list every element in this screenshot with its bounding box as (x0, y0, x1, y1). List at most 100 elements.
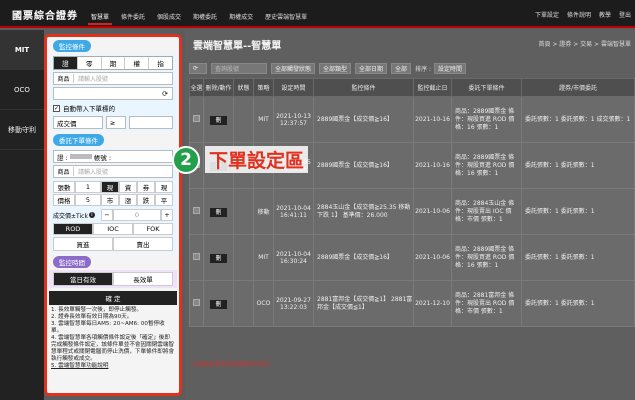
page-title: 雲端智慧單--智慧單 (193, 41, 282, 52)
tick-plus-button[interactable]: + (161, 209, 173, 221)
sidebar-item-mit[interactable]: MIT (0, 30, 44, 70)
tick-minus-button[interactable]: − (101, 209, 113, 221)
settings-link[interactable]: 下單設定 (535, 10, 559, 19)
filter-search-input[interactable]: 查詢股號 (211, 63, 267, 74)
note-item[interactable]: 5. 雲端智慧單功能說明 (51, 363, 175, 370)
footer-note: 此雲端智慧單僅供觸價條件設定 (193, 362, 271, 368)
delete-button[interactable]: 刪 (210, 208, 227, 217)
sidebar-item-trailing[interactable]: 移動守利 (0, 110, 44, 150)
row-checkbox[interactable] (193, 299, 200, 306)
lots-label: 張數 (53, 181, 75, 193)
row-order: 商品：2889國票金 條件：現股買進 ROD 價格：16 張數：1 (451, 142, 522, 189)
price-market[interactable]: 市 (101, 194, 119, 206)
valid-today-button[interactable]: 當日有效 (53, 272, 113, 286)
row-strategy: 移動 (253, 188, 274, 235)
price-limit-down[interactable]: 跌 (137, 194, 155, 206)
delete-button[interactable]: 刪 (210, 254, 227, 263)
refresh-icon[interactable]: ⟳ (158, 90, 172, 98)
delete-button[interactable]: 刪 (210, 300, 227, 309)
row-status (233, 234, 254, 281)
long-term-button[interactable]: 長效單 (113, 272, 173, 286)
nav-history[interactable]: 歷史雲端智慧單 (262, 10, 310, 25)
nav-futures-order[interactable]: 期權委託 (190, 10, 220, 25)
sell-button[interactable]: 賣出 (113, 237, 173, 251)
info-icon[interactable]: i (88, 212, 95, 218)
orders-table: 全選 刪除/動作 狀態 策略 設定時間 監控條件 監控截止日 委託下單條件 證券… (189, 78, 635, 327)
row-checkbox[interactable] (193, 115, 200, 122)
product-placeholder: 請輸入股號 (78, 76, 109, 83)
filter-all-select[interactable]: 全部 (391, 63, 412, 74)
auto-bring-checkbox[interactable]: ✓ 自動帶入下單標的 (53, 103, 173, 113)
filter-date-select[interactable]: 全部日期 (355, 63, 388, 74)
delete-button[interactable]: 刪 (210, 116, 227, 125)
tab-futures[interactable]: 期 (102, 57, 126, 69)
order-type-daytrade[interactable]: 現 (155, 181, 173, 193)
row-checkbox[interactable] (193, 253, 200, 260)
condition-value-input[interactable] (129, 116, 173, 129)
tif-rod[interactable]: ROD (53, 223, 93, 235)
logout-link[interactable]: 登出 (619, 10, 631, 19)
order-type-margin[interactable]: 資 (119, 181, 137, 193)
filter-refresh-icon[interactable]: ⟳ (189, 63, 207, 74)
tab-index[interactable]: 指 (149, 57, 172, 69)
filter-status-select[interactable]: 全部觸發狀態 (271, 63, 316, 74)
lots-input[interactable]: 1 (75, 181, 101, 193)
confirm-button[interactable]: 確 定 (49, 291, 177, 305)
row-condition: 2889國票金【成交價≧16】 (313, 142, 414, 189)
row-time: 2021-09-27 13:22:03 (273, 280, 314, 327)
order-type-short[interactable]: 券 (137, 181, 155, 193)
row-strategy: OCO (253, 280, 274, 327)
main-content: 雲端智慧單--智慧單 首頁 > 證券 > 交易 > 雲端智慧單 ⟳ 查詢股號 全… (185, 30, 635, 400)
tif-ioc[interactable]: IOC (93, 223, 133, 235)
col-order: 委託下單條件 (451, 78, 522, 97)
nav-smart-order[interactable]: 智慧單 (88, 10, 113, 25)
table-row: 刪 MIT 2021-10-13 12:37:57 2889國票金【成交價≧16… (189, 96, 635, 143)
sidebar-item-oco[interactable]: OCO (0, 70, 44, 110)
price-flat[interactable]: 平 (155, 194, 173, 206)
price-input[interactable]: 5 (75, 194, 101, 206)
sort-select[interactable]: 設定時間 (434, 63, 467, 74)
nav-conditional[interactable]: 條件委託 (118, 10, 148, 25)
tutorial-link[interactable]: 教學 (599, 10, 611, 19)
col-condition: 監控條件 (313, 78, 414, 97)
help-link[interactable]: 條件說明 (567, 10, 591, 19)
callout-label: 下單設定區 (205, 146, 309, 173)
notes-list: 1. 長效單觸發一次後，即停止觸發。 2. 證券長效單有效日期為90天。 3. … (47, 305, 179, 372)
col-time: 設定時間 (273, 78, 314, 97)
row-strategy: MIT (253, 234, 274, 281)
col-price: 證券/市價委託 (521, 78, 635, 97)
price-limit-up[interactable]: 漲 (119, 194, 137, 206)
row-end-date: 2021-12-10 (413, 280, 452, 327)
col-select-all[interactable]: 全選 (189, 78, 204, 97)
filter-bar: ⟳ 查詢股號 全部觸發狀態 全部類型 全部日期 全部 排序 : 設定時間 (189, 63, 470, 74)
tick-row: 成交價±Tick i − 0 + (53, 209, 173, 221)
tab-odd-lot[interactable]: 零 (78, 57, 102, 69)
order-type-cash[interactable]: 現 (101, 181, 119, 193)
tif-row: ROD IOC FOK (53, 223, 173, 235)
tab-stock[interactable]: 證 (54, 57, 78, 69)
breadcrumb: 首頁 > 證券 > 交易 > 雲端智慧單 (538, 41, 631, 48)
note-item: 3. 雲端智慧單每日AM5: 20~AM6: 00暫停收單。 (51, 321, 165, 334)
filter-type-select[interactable]: 全部類型 (319, 63, 352, 74)
condition-operator-select[interactable]: ≥ (106, 116, 126, 129)
monitor-time-box: 當日有效 長效單 (49, 270, 177, 288)
tif-fok[interactable]: FOK (133, 223, 173, 235)
buy-button[interactable]: 買進 (53, 237, 113, 251)
row-end-date: 2021-10-16 (413, 142, 452, 189)
row-checkbox[interactable] (193, 207, 200, 214)
nav-futures-fill[interactable]: 期權成交 (226, 10, 256, 25)
account-select[interactable]: 證 : 帳號 : (53, 150, 173, 163)
row-order: 商品：2881富邦金 條件：現股賣出 ROD 價格：市價 張數：1 (451, 280, 522, 327)
account-after: 帳號 : (93, 153, 112, 162)
monitor-product-field[interactable]: 商品 請輸入股號 (53, 72, 173, 85)
tick-value[interactable]: 0 (113, 209, 161, 221)
condition-field-select[interactable]: 成交價 (53, 116, 103, 129)
row-price: 委託張數：1 委託張數：1 (521, 234, 635, 281)
table-row: 刪 OCO 2021-09-27 13:22:03 2881富邦金【成交價≧1】… (189, 280, 635, 327)
order-product-field[interactable]: 商品 請輸入股號 (53, 165, 173, 178)
table-header-row: 全選 刪除/動作 狀態 策略 設定時間 監控條件 監控截止日 委託下單條件 證券… (189, 78, 635, 97)
tab-options[interactable]: 權 (125, 57, 150, 69)
nav-stock-fill[interactable]: 個股成交 (154, 10, 184, 25)
note-item: 1. 長效單觸發一次後，即停止觸發。 (51, 307, 143, 313)
sort-label: 排序 : (415, 66, 431, 73)
